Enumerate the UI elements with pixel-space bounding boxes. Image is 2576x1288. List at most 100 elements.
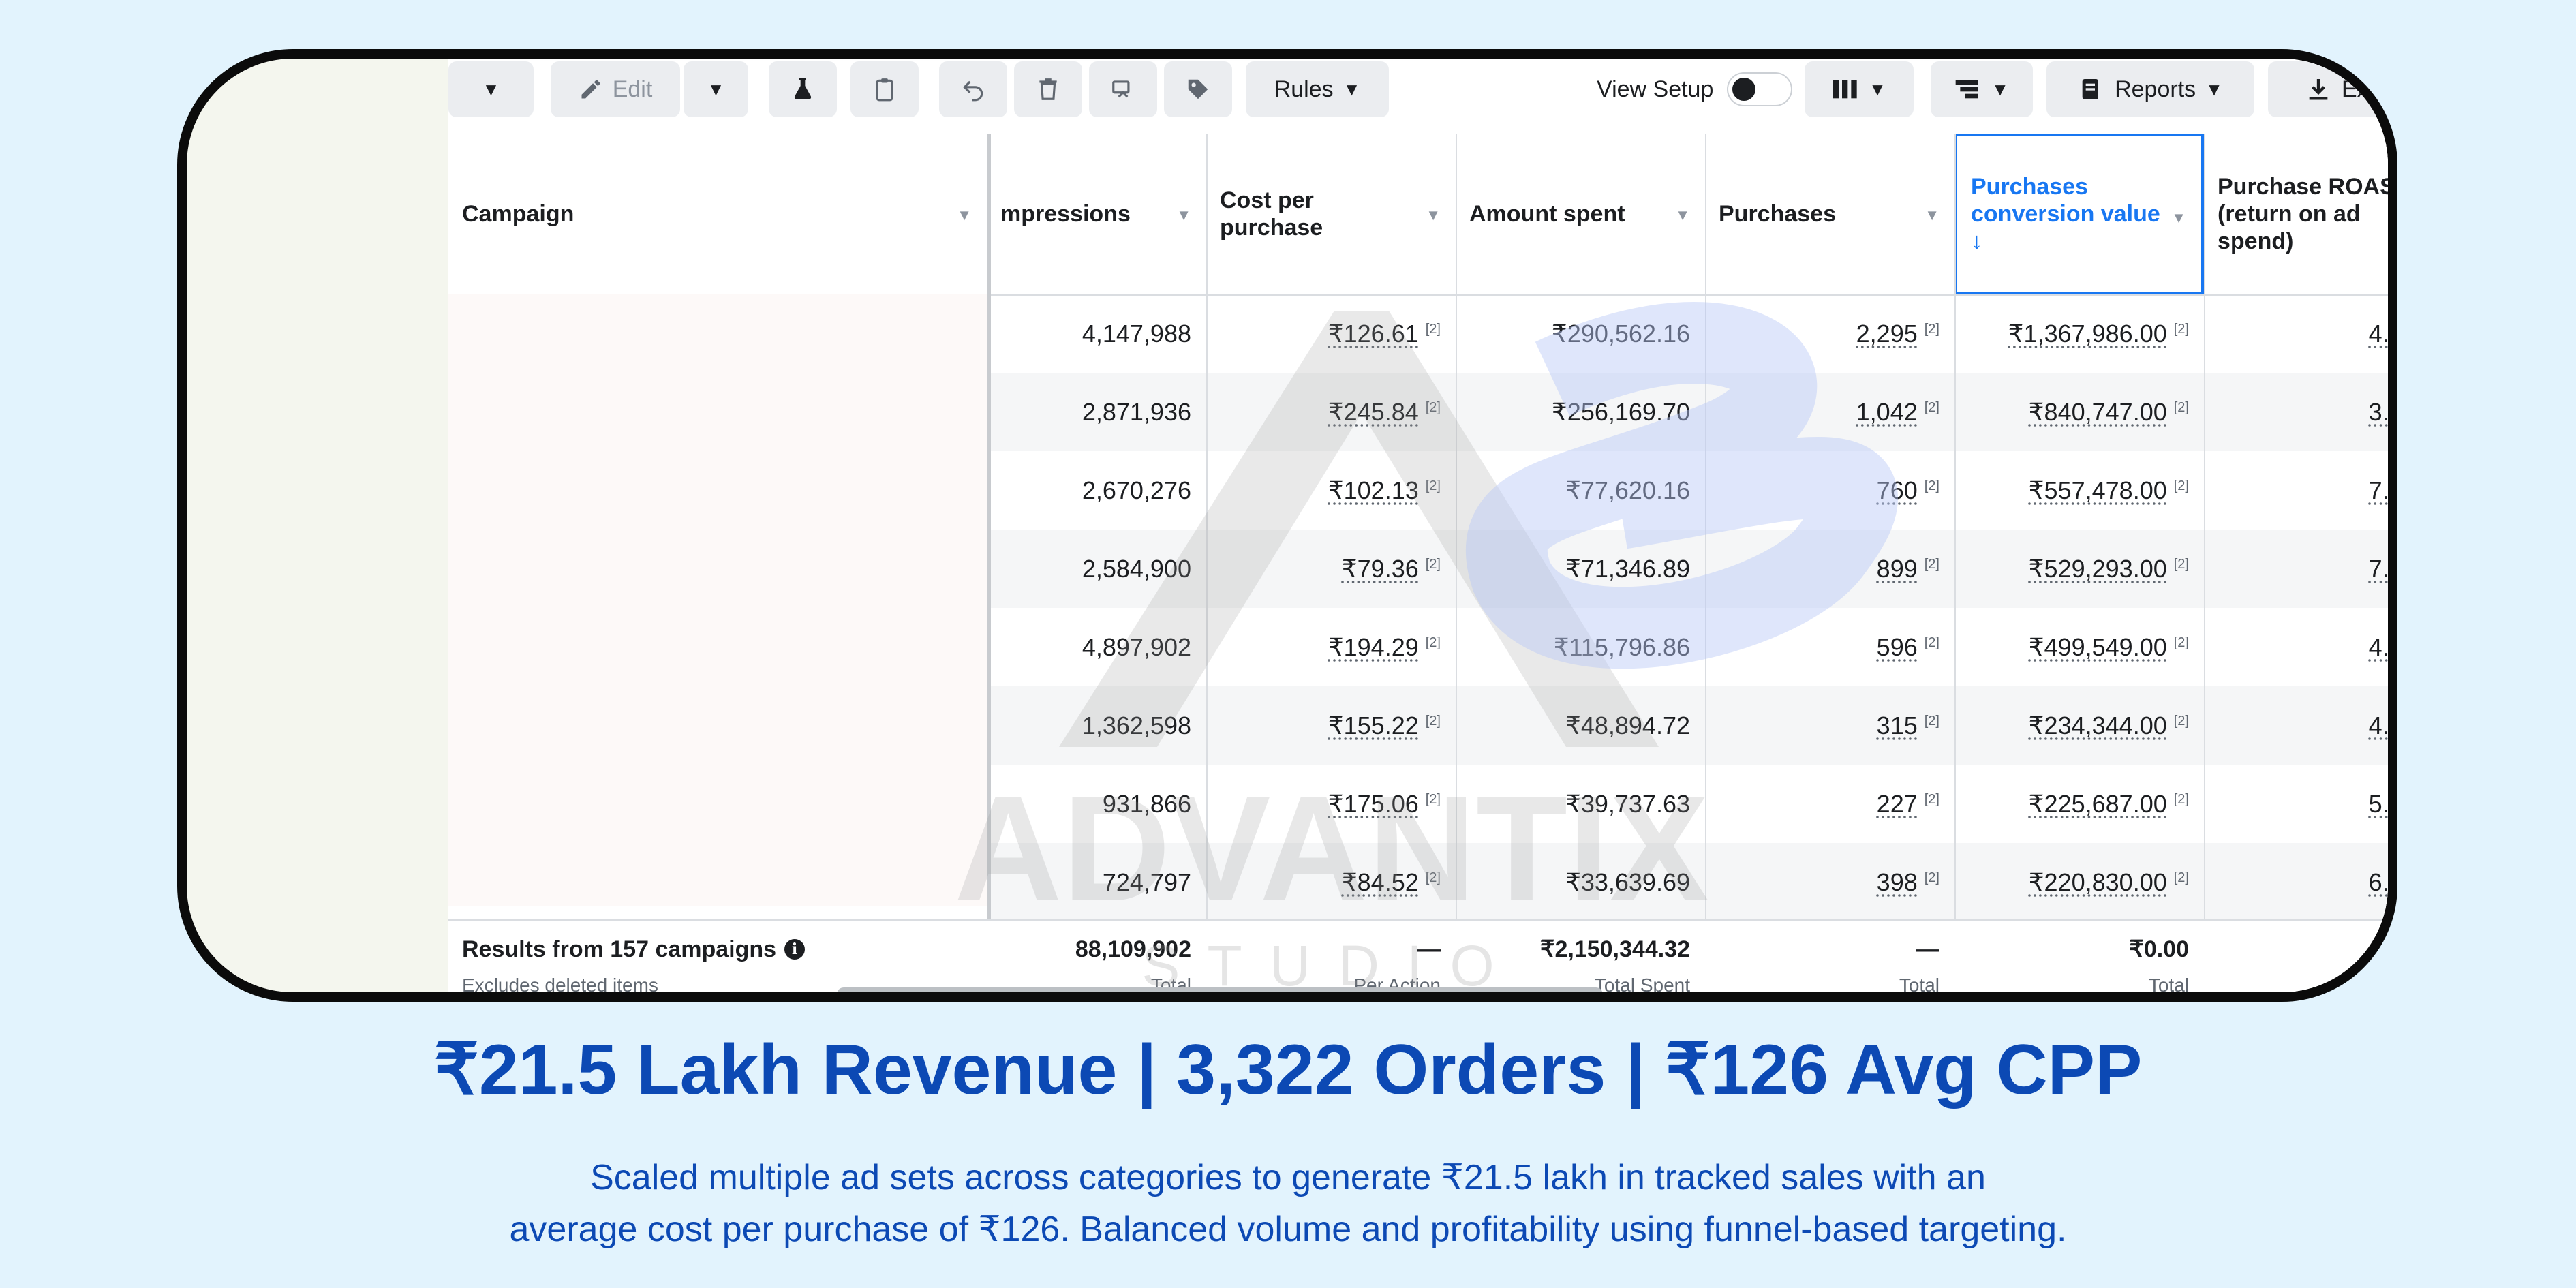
footer-sub: Total: [1150, 975, 1191, 996]
footnote-marker: [2]: [2173, 792, 2189, 807]
cell-value[interactable]: 315: [1877, 711, 1918, 740]
footnote-marker: [2]: [1425, 557, 1441, 572]
table-row[interactable]: 4,147,988 ₹126.61 [2] ₹290,562.16 2,295 [2] ₹1…: [987, 294, 2388, 373]
phone-frame: ▼ Edit ▼ Rules ▼ View Setup ▼ ▼ Reports …: [177, 49, 2397, 1002]
cell-value[interactable]: 398: [1877, 868, 1918, 897]
test-button[interactable]: [769, 61, 837, 117]
table-row[interactable]: 2,584,900 ₹79.36 [2] ₹71,346.89 899 [2] ₹529,2…: [987, 530, 2388, 608]
table-row[interactable]: 1,362,598 ₹155.22 [2] ₹48,894.72 315 [2] ₹234,…: [987, 686, 2388, 765]
tag-button[interactable]: [1164, 61, 1232, 117]
reports-button[interactable]: Reports ▼: [2046, 61, 2254, 117]
cell-spent: ₹290,562.16: [1456, 294, 1705, 373]
cell-value: 1,362,598: [1082, 711, 1191, 739]
column-header-impressions[interactable]: mpressions ▼: [987, 134, 1206, 294]
cell-roas: 5.68[2]: [2204, 765, 2388, 843]
table-row[interactable]: 931,866 ₹175.06 [2] ₹39,737.63 227 [2] ₹225,68…: [987, 765, 2388, 843]
chevron-down-icon[interactable]: ▼: [1675, 202, 1690, 229]
horizontal-scrollbar[interactable]: [837, 987, 1603, 992]
breakdown-button[interactable]: ▼: [1931, 61, 2033, 117]
dropdown-button[interactable]: ▼: [448, 61, 534, 117]
cell-value: 4,147,988: [1082, 319, 1191, 348]
cell-value[interactable]: 899: [1877, 555, 1918, 583]
cell-value[interactable]: ₹1,367,986.00: [2008, 320, 2167, 348]
cell-value[interactable]: ₹102.13: [1328, 476, 1419, 505]
edit-label: Edit: [612, 76, 653, 102]
cell-value: 4,897,902: [1082, 632, 1191, 661]
cell-value[interactable]: ₹84.52: [1342, 868, 1419, 897]
cell-value[interactable]: ₹225,687.00: [2029, 790, 2167, 818]
results-label: Results from 157 campaigns: [462, 936, 777, 962]
cell-value: ₹499,549.00 [2]: [1954, 608, 2204, 686]
copy-button[interactable]: [1089, 61, 1157, 117]
table-row[interactable]: 2,670,276 ₹102.13 [2] ₹77,620.16 760 [2] ₹557,…: [987, 451, 2388, 530]
table-row[interactable]: 724,797 ₹84.52 [2] ₹33,639.69 398 [2] ₹220,830…: [987, 843, 2388, 921]
cell-value[interactable]: 227: [1877, 790, 1918, 818]
cell-value[interactable]: 7.18: [2369, 476, 2388, 505]
cell-value[interactable]: ₹79.36: [1342, 555, 1419, 583]
cell-value[interactable]: ₹220,830.00: [2029, 868, 2167, 897]
cell-roas: 7.42[2]: [2204, 530, 2388, 608]
cell-value[interactable]: 6.56: [2369, 868, 2388, 897]
cell-value[interactable]: 5.68: [2369, 790, 2388, 818]
footer-value: ₹0.00: [2129, 936, 2189, 962]
cell-purchases: 760 [2]: [1705, 451, 1954, 530]
column-header-roas[interactable]: Purchase ROAS (return on ad spend) ▼: [2204, 134, 2388, 294]
column-header-cost-per-purchase[interactable]: Cost per purchase ▼: [1206, 134, 1456, 294]
footnote-marker: [2]: [1425, 635, 1441, 650]
cell-value[interactable]: 7.42: [2369, 555, 2388, 583]
chevron-down-icon[interactable]: ▼: [2171, 204, 2186, 232]
cell-value: ₹234,344.00 [2]: [1954, 686, 2204, 765]
cell-value[interactable]: 2,295: [1856, 320, 1918, 348]
undo-button[interactable]: [939, 61, 1007, 117]
cell-value[interactable]: ₹126.61: [1328, 320, 1419, 348]
cell-value[interactable]: ₹499,549.00: [2029, 633, 2167, 662]
rules-button[interactable]: Rules ▼: [1246, 61, 1389, 117]
column-header-campaign[interactable]: Campaign ▼: [448, 134, 987, 294]
cell-value[interactable]: ₹245.84: [1328, 398, 1419, 427]
cell-value[interactable]: 4.71: [2369, 320, 2388, 348]
cell-value[interactable]: 4.79: [2369, 711, 2388, 740]
view-setup-toggle[interactable]: [1727, 72, 1793, 106]
table-row[interactable]: 2,871,936 ₹245.84 [2] ₹256,169.70 1,042 [2] ₹8…: [987, 373, 2388, 451]
cell-value[interactable]: ₹557,478.00: [2029, 476, 2167, 505]
duplicate-button[interactable]: [850, 61, 919, 117]
cell-value: ₹71,346.89: [1565, 554, 1690, 583]
cell-value[interactable]: 4.31: [2369, 633, 2388, 662]
chevron-down-icon[interactable]: ▼: [1426, 202, 1441, 229]
column-header-purchases[interactable]: Purchases ▼: [1705, 134, 1954, 294]
column-header-purchases-value[interactable]: Purchases conversion value ↓ ▼: [1954, 134, 2204, 294]
cell-cpp: ₹175.06 [2]: [1206, 765, 1456, 843]
cell-value[interactable]: ₹194.29: [1328, 633, 1419, 662]
chevron-down-icon[interactable]: ▼: [1925, 202, 1939, 229]
cell-value[interactable]: 596: [1877, 633, 1918, 662]
cell-value[interactable]: ₹529,293.00: [2029, 555, 2167, 583]
frozen-column-divider[interactable]: [987, 134, 991, 992]
footnote-marker: [2]: [2173, 478, 2189, 493]
edit-button[interactable]: Edit: [551, 61, 680, 117]
info-icon[interactable]: i: [784, 939, 806, 960]
table-row[interactable]: 4,897,902 ₹194.29 [2] ₹115,796.86 596 [2] ₹499…: [987, 608, 2388, 686]
cell-value[interactable]: 760: [1877, 476, 1918, 505]
column-header-label: Campaign: [462, 201, 574, 227]
cell-value[interactable]: ₹234,344.00: [2029, 711, 2167, 740]
cell-value[interactable]: 3.28: [2369, 398, 2388, 427]
cell-value[interactable]: 1,042: [1856, 398, 1918, 427]
breakdown-icon: [1955, 80, 1979, 99]
column-header-amount-spent[interactable]: Amount spent ▼: [1456, 134, 1705, 294]
chevron-down-icon[interactable]: ▼: [957, 202, 972, 229]
cell-value[interactable]: ₹155.22: [1328, 711, 1419, 740]
footer-sub: Per Action: [1353, 975, 1441, 996]
edit-dropdown-button[interactable]: ▼: [684, 61, 748, 117]
cell-value: 2,871,936: [1082, 397, 1191, 426]
chevron-down-icon[interactable]: ▼: [1176, 202, 1191, 229]
cell-value[interactable]: ₹840,747.00: [2029, 398, 2167, 427]
cell-roas: 7.18[2]: [2204, 451, 2388, 530]
cell-impressions: 2,670,276: [987, 451, 1206, 530]
columns-button[interactable]: ▼: [1805, 61, 1914, 117]
cell-cpp: ₹79.36 [2]: [1206, 530, 1456, 608]
cell-value[interactable]: ₹175.06: [1328, 790, 1419, 818]
cell-value: ₹557,478.00 [2]: [1954, 451, 2204, 530]
delete-button[interactable]: [1014, 61, 1082, 117]
export-button[interactable]: Export ▼: [2268, 61, 2388, 117]
cell-value: ₹225,687.00 [2]: [1954, 765, 2204, 843]
